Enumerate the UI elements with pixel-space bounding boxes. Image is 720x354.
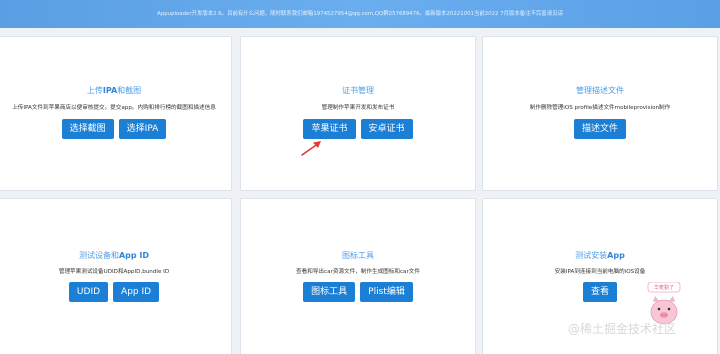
card-description: 查看和导出car资源文件，制作生成图标和car文件 xyxy=(296,269,420,275)
card-title: 图标工具 xyxy=(342,251,374,260)
view-button[interactable]: 查看 xyxy=(582,282,617,302)
card-title: 测试设备和App ID xyxy=(78,251,150,260)
card-description: 制作删除管理iOS profile描述文件mobileprovision制作 xyxy=(529,105,671,111)
announcement-banner: Appuploader开发版本2.6。目前有什么问题，随时联系我们邮箱19745… xyxy=(0,0,720,28)
card-certificates: 证书管理 管理制作苹果开发和发布证书 苹果证书 安卓证书 xyxy=(240,36,476,191)
card-title: 上传IPA和截图 xyxy=(86,86,142,95)
appid-button[interactable]: App ID xyxy=(113,282,160,302)
profile-button[interactable]: 描述文件 xyxy=(573,119,626,139)
card-profiles: 管理描述文件 制作删除管理iOS profile描述文件mobileprovis… xyxy=(482,36,718,191)
card-title: 管理描述文件 xyxy=(576,86,624,95)
card-icon-tools: 图标工具 查看和导出car资源文件，制作生成图标和car文件 图标工具 Plis… xyxy=(240,198,476,354)
android-certificate-button[interactable]: 安卓证书 xyxy=(360,119,413,139)
banner-text: Appuploader开发版本2.6。目前有什么问题，随时联系我们邮箱19745… xyxy=(157,11,563,17)
card-upload-ipa: 上传IPA和截图 上传IPA文件到苹果商店以便审核提交。提交app。内购和排行榜… xyxy=(0,36,232,191)
select-ipa-button[interactable]: 选择IPA xyxy=(118,119,167,139)
plist-editor-button[interactable]: Plist编辑 xyxy=(360,282,413,302)
watermark-text: @稀土掘金技术社区 xyxy=(568,322,677,336)
annotation-arrow-icon xyxy=(301,141,321,156)
card-devices-appid: 测试设备和App ID 管理苹果测试设备UDID和AppID,bundle ID… xyxy=(0,198,232,354)
card-description: 管理苹果测试设备UDID和AppID,bundle ID xyxy=(58,269,170,275)
card-description: 安装IPA到连接到当前电脑的iOS设备 xyxy=(554,269,646,275)
card-description: 上传IPA文件到苹果商店以便审核提交。提交app。内购和排行榜的截图和描述信息 xyxy=(12,105,216,111)
card-title: 证书管理 xyxy=(342,86,374,95)
mascot-bubble-text: 华麦勤了 xyxy=(654,284,674,291)
icon-tool-button[interactable]: 图标工具 xyxy=(303,282,356,302)
card-description: 管理制作苹果开发和发布证书 xyxy=(321,105,395,111)
card-title: 测试安装App xyxy=(575,251,625,260)
udid-button[interactable]: UDID xyxy=(68,282,109,302)
apple-certificate-button[interactable]: 苹果证书 xyxy=(303,119,356,139)
select-screenshot-button[interactable]: 选择截图 xyxy=(61,119,114,139)
